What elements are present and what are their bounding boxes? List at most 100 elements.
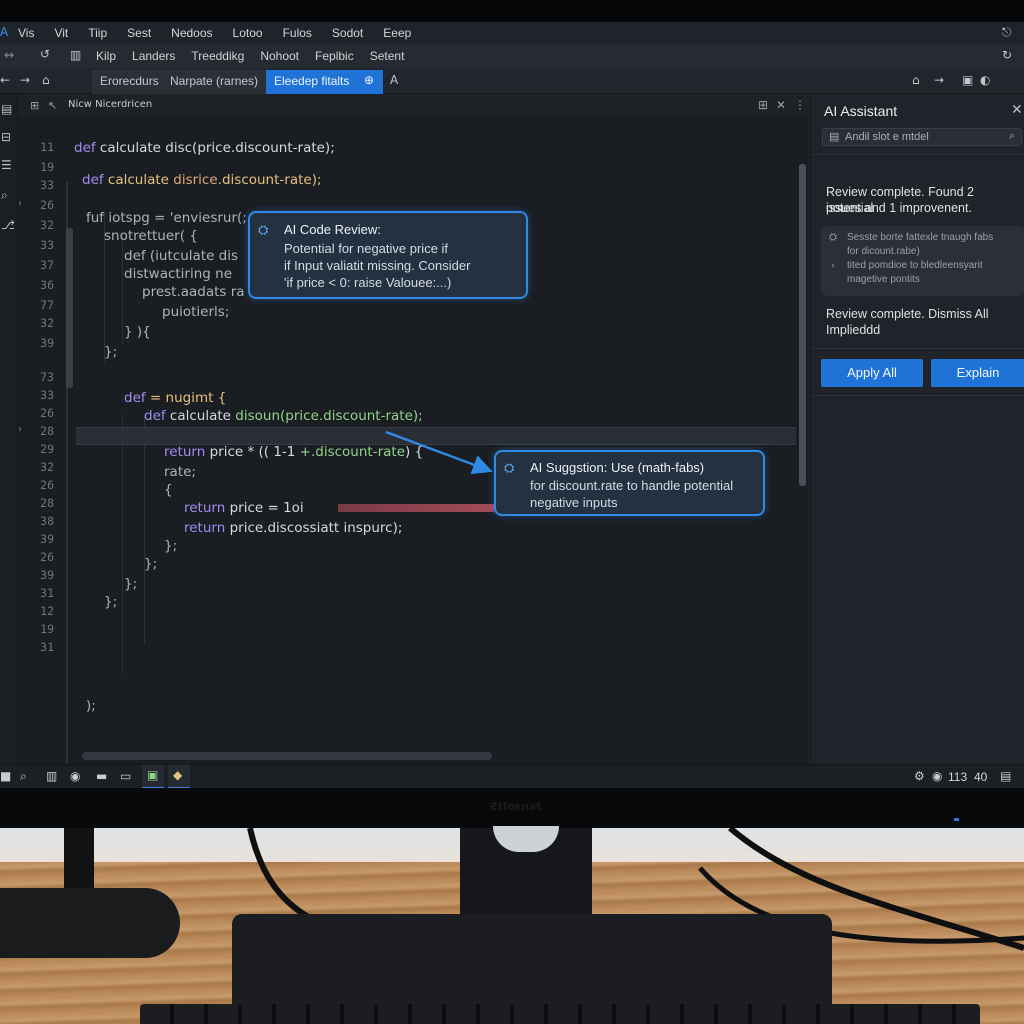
- screen: A Vis Vit Tiip Sest Nedoos Lotoo Fulos S…: [0, 22, 1024, 788]
- browser-icon[interactable]: ◉: [70, 769, 80, 783]
- code-line: };: [104, 594, 118, 610]
- start-icon[interactable]: ■: [0, 769, 11, 783]
- volume-icon[interactable]: ◉: [932, 769, 942, 783]
- close-icon[interactable]: ✕: [1011, 101, 1023, 118]
- search-icon[interactable]: ⌕: [1009, 130, 1015, 143]
- tab-narpate[interactable]: Narpate (rarnes): [162, 70, 268, 94]
- toolbar-item[interactable]: Kilp: [96, 49, 116, 63]
- split-icon[interactable]: ⊞: [30, 99, 39, 112]
- window-control-icon[interactable]: ⎋: [1002, 25, 1012, 40]
- menu-item[interactable]: Nedoos: [171, 26, 212, 40]
- line-number: 33: [40, 238, 54, 252]
- review-message: Implieddd: [826, 323, 881, 337]
- back-forward-icon[interactable]: ↔: [4, 48, 14, 62]
- fold-chevron-icon[interactable]: ›: [18, 424, 22, 435]
- editor-app-icon: ▣: [147, 768, 159, 782]
- source-control-icon[interactable]: ⎇: [1, 218, 15, 232]
- files-icon[interactable]: ▤: [1, 102, 12, 116]
- bot-icon: ⛭: [258, 222, 269, 237]
- line-number: 12: [40, 604, 54, 618]
- share-icon[interactable]: ⌂: [912, 73, 920, 87]
- menu-item[interactable]: Vis: [18, 26, 34, 40]
- tab-active[interactable]: Eleedep fitalts ⊕: [266, 70, 384, 94]
- apply-all-button[interactable]: Apply All: [821, 359, 923, 387]
- ai-assistant-panel: AI Assistant ✕ ▤ Andil slot e mtdel ⌕ Re…: [810, 94, 1024, 764]
- explorer-icon[interactable]: ⊟: [1, 130, 11, 144]
- model-input[interactable]: ▤ Andil slot e mtdel ⌕: [822, 128, 1022, 146]
- menu-item[interactable]: Sodot: [332, 26, 363, 40]
- menu-item[interactable]: Lotoo: [233, 26, 263, 40]
- more-icon[interactable]: ⋮: [794, 98, 806, 112]
- fold-chevron-icon[interactable]: ›: [18, 198, 22, 209]
- popup-line: Potential for negative price if: [284, 241, 449, 256]
- columns-icon[interactable]: ▥: [70, 48, 81, 62]
- close-icon[interactable]: ✕: [776, 98, 786, 112]
- menu-item[interactable]: Eeep: [383, 26, 411, 40]
- tab-erorecdurs[interactable]: Erorecdurs: [92, 70, 168, 94]
- search-icon[interactable]: ⌕: [1, 188, 8, 203]
- menu-item[interactable]: Fulos: [283, 26, 312, 40]
- explain-button[interactable]: Explain: [931, 359, 1024, 387]
- code-line: def calculate disoun(price.discount-rate…: [144, 408, 423, 424]
- line-number: 33: [40, 388, 54, 402]
- suggestion-card[interactable]: ⛭ Sesste borte fattexle tnaugh fabs for …: [821, 226, 1024, 296]
- code-line: def (iutculate dis: [124, 248, 239, 264]
- line-number: 32: [40, 460, 54, 474]
- toolbar-item[interactable]: Nohoot: [260, 49, 299, 63]
- back-icon[interactable]: ←: [0, 73, 10, 87]
- line-number: 39: [40, 568, 54, 582]
- maximize-icon[interactable]: ⊞: [758, 98, 768, 112]
- chevron-right-icon[interactable]: ›: [831, 260, 834, 271]
- list-icon[interactable]: ☰: [1, 158, 12, 172]
- line-number: 77: [40, 298, 54, 312]
- bot-icon: ⛭: [504, 460, 515, 475]
- toolbar-item[interactable]: Setent: [370, 49, 405, 63]
- photo-environment: Ƨtlosnat A Vis Vit Tiip Sest Nedoos Loto…: [0, 0, 1024, 1024]
- ai-code-review-popup: ⛭ AI Code Review: Potential for negative…: [248, 211, 528, 299]
- line-number: 73: [40, 370, 54, 384]
- toolbar-item[interactable]: Landers: [132, 49, 175, 63]
- vertical-scrollbar[interactable]: [799, 164, 806, 486]
- line-number: 29: [40, 442, 54, 456]
- menu-bar: A Vis Vit Tiip Sest Nedoos Lotoo Fulos S…: [0, 22, 1024, 44]
- arrow-right-icon[interactable]: →: [934, 73, 944, 87]
- extensions-icon[interactable]: ▣: [962, 73, 973, 87]
- menu-item[interactable]: Vit: [54, 26, 68, 40]
- terminal-icon[interactable]: ▭: [120, 769, 131, 783]
- toggle-icon[interactable]: ↖: [48, 99, 57, 112]
- active-app-ai[interactable]: ◆: [168, 765, 190, 788]
- popup-title: AI Code Review:: [284, 222, 381, 237]
- ai-suggestion-popup: ⛭ AI Suggstion: Use (math-fabs) for disc…: [494, 450, 765, 516]
- refresh-icon[interactable]: ↺: [40, 47, 50, 61]
- line-number: 31: [40, 640, 54, 654]
- current-line-highlight: [76, 427, 796, 445]
- active-app-editor[interactable]: ▣: [142, 765, 164, 788]
- line-number: 26: [40, 198, 54, 212]
- line-number: 26: [40, 406, 54, 420]
- folder-icon[interactable]: ▬: [96, 769, 107, 783]
- add-tab-icon[interactable]: ⊕: [364, 73, 374, 87]
- toolbar-item[interactable]: Treeddikg: [191, 49, 244, 63]
- ai-icon[interactable]: A: [390, 73, 398, 87]
- code-line: };: [144, 556, 158, 572]
- code-line: rate;: [164, 464, 196, 480]
- code-editor[interactable]: ⊞ ↖ Nicw Nicerdricen ⊞ ✕ ⋮ 11 19 33 26 3…: [18, 94, 808, 772]
- notification-icon[interactable]: ▤: [1000, 769, 1011, 783]
- horizontal-scrollbar[interactable]: [82, 752, 492, 760]
- clock-text: 113: [948, 770, 968, 784]
- fold-track: [66, 228, 73, 388]
- search-icon[interactable]: ⌕: [20, 769, 27, 784]
- network-icon[interactable]: ⚙: [914, 769, 925, 783]
- popup-line: negative inputs: [530, 495, 618, 510]
- tab-label: Narpate (rarnes): [170, 74, 259, 88]
- forward-icon[interactable]: →: [20, 73, 30, 87]
- settings-icon[interactable]: ↻: [1002, 48, 1012, 62]
- menu-item[interactable]: Sest: [127, 26, 151, 40]
- indent-guide: [144, 414, 145, 644]
- home-icon[interactable]: ⌂: [42, 73, 50, 87]
- toggle-icon[interactable]: ◐: [980, 73, 990, 87]
- review-message: Review complete. Dismiss All: [826, 307, 989, 321]
- toolbar-item[interactable]: Feplbic: [315, 49, 354, 63]
- task-view-icon[interactable]: ▥: [46, 769, 57, 783]
- menu-item[interactable]: Tiip: [88, 26, 107, 40]
